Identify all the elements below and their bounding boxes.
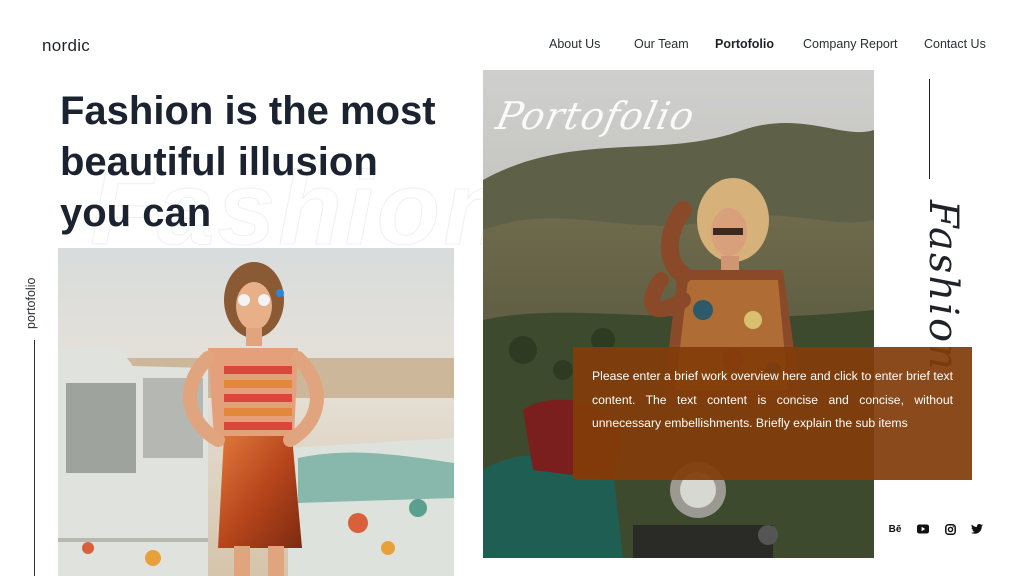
nav-our-team[interactable]: Our Team — [634, 37, 689, 51]
twitter-icon[interactable] — [970, 522, 984, 536]
vertical-divider-line — [929, 79, 930, 179]
overview-text: Please enter a brief work overview here … — [592, 369, 953, 430]
nav-portofolio[interactable]: Portofolio — [715, 37, 774, 51]
youtube-icon[interactable] — [916, 522, 930, 536]
social-links: Bē — [0, 522, 1024, 538]
behance-icon-label: Bē — [888, 523, 902, 535]
script-title-portofolio: Portofolio — [492, 94, 700, 138]
behance-icon[interactable]: Bē — [888, 522, 902, 536]
fashion-photo-mountains — [483, 70, 874, 558]
nav-company-report[interactable]: Company Report — [803, 37, 898, 51]
side-label: portofolio — [24, 277, 38, 329]
nav-contact-us[interactable]: Contact Us — [924, 37, 986, 51]
page-headline: Fashion is the most beautiful illusion y… — [60, 89, 436, 235]
instagram-icon[interactable] — [943, 522, 957, 536]
nav-about-us[interactable]: About Us — [549, 37, 600, 51]
top-navigation: About Us Our Team Portofolio Company Rep… — [0, 37, 1024, 53]
overview-text-box[interactable]: Please enter a brief work overview here … — [573, 347, 972, 480]
side-divider-line — [34, 340, 35, 576]
